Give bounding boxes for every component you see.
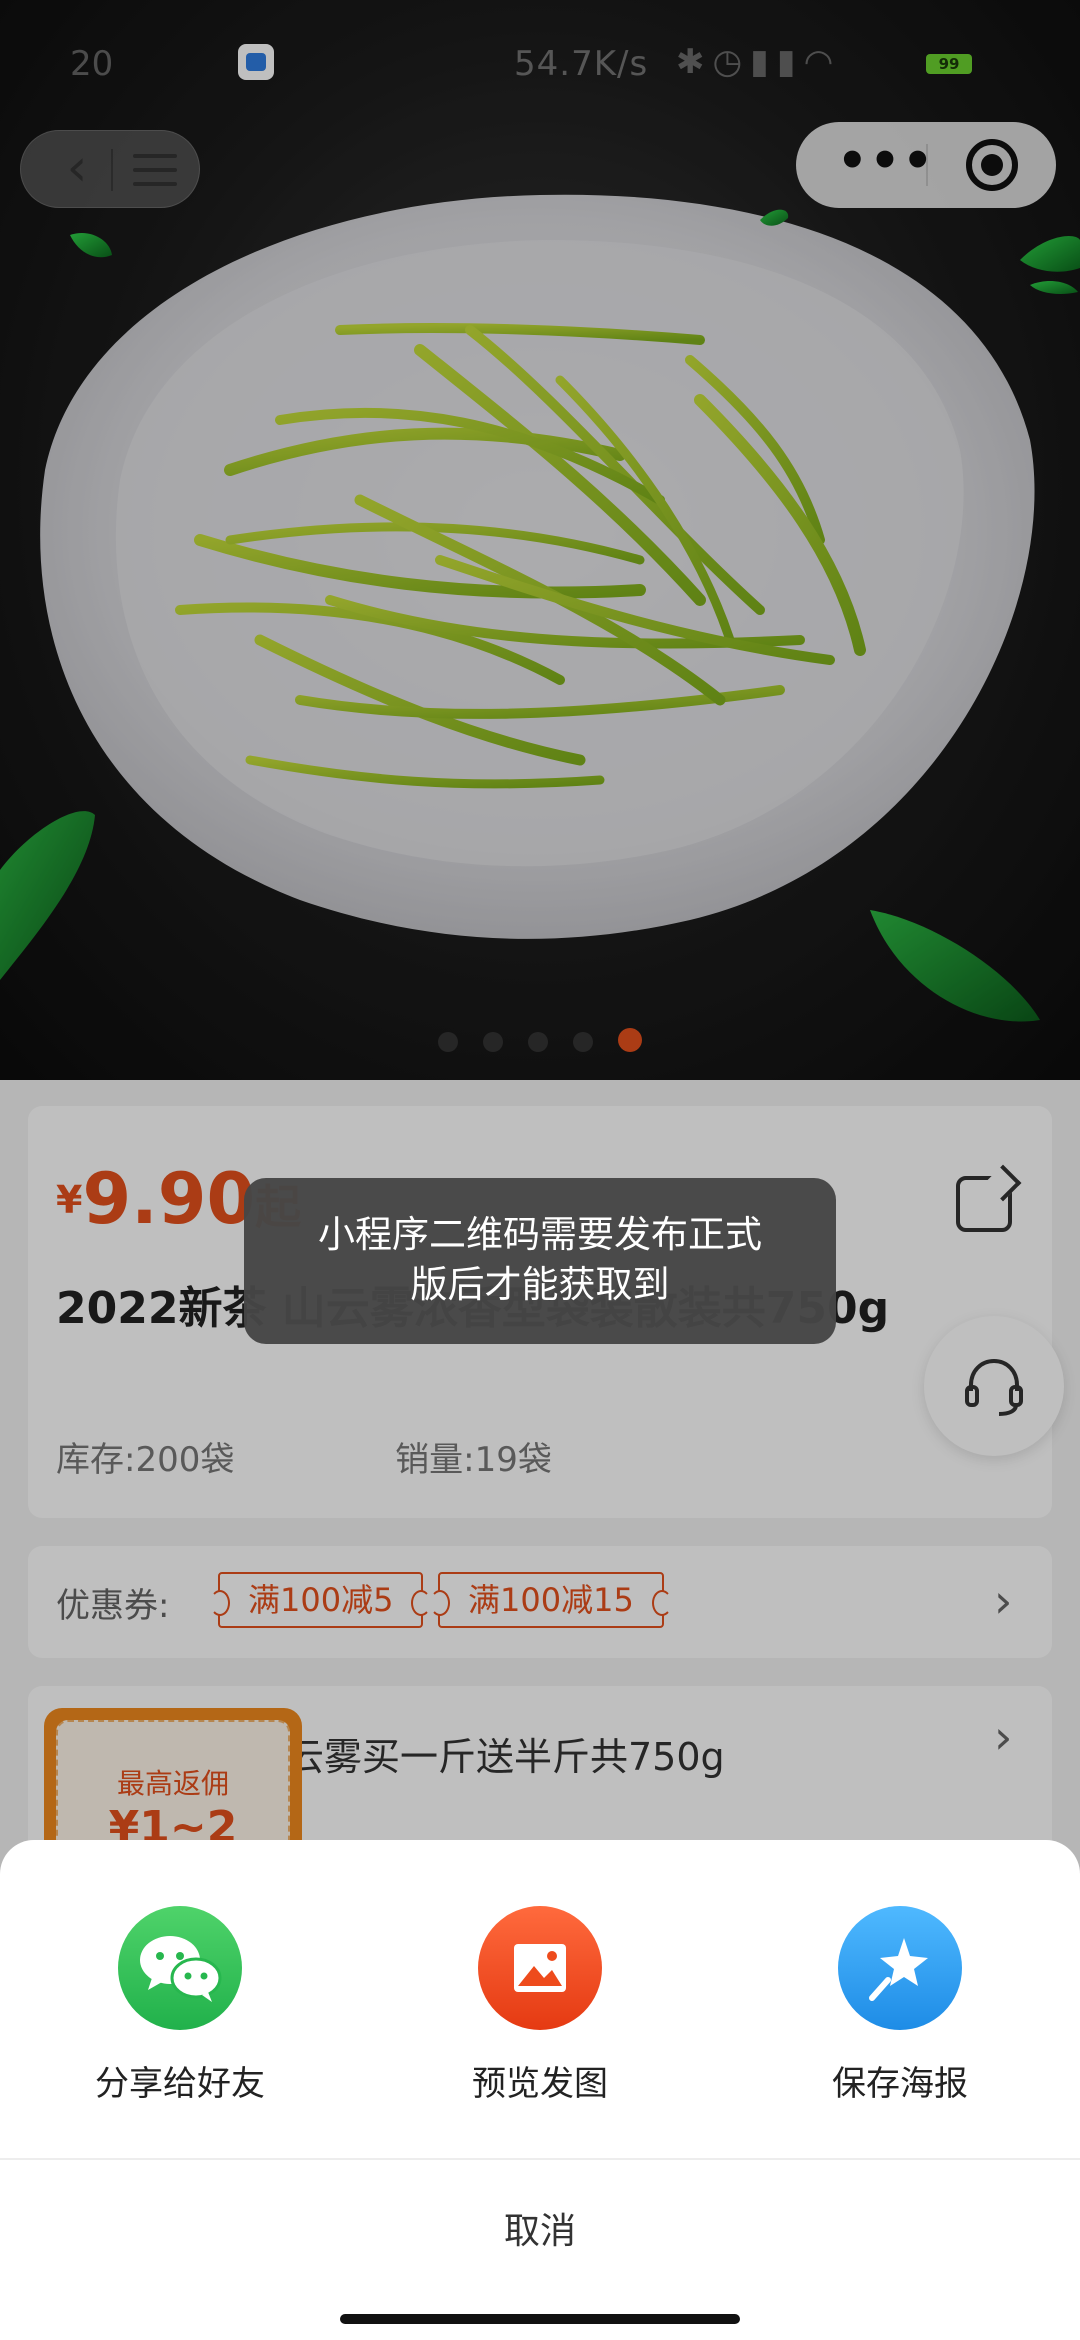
cancel-button[interactable]: 取消 <box>0 2160 1080 2300</box>
save-poster-button[interactable]: 保存海报 <box>770 1906 1030 2105</box>
toast-line: 版后才能获取到 <box>410 1263 670 1306</box>
share-item-label: 分享给好友 <box>95 2064 265 2104</box>
star-wand-icon <box>838 1906 962 2030</box>
share-item-label: 预览发图 <box>472 2064 608 2104</box>
wechat-icon <box>118 1906 242 2030</box>
share-to-friend-button[interactable]: 分享给好友 <box>50 1906 310 2105</box>
toast-line: 小程序二维码需要发布正式 <box>318 1213 762 1256</box>
home-indicator[interactable] <box>340 2314 740 2324</box>
share-action-sheet: 分享给好友 预览发图 保存海报 取消 <box>0 1840 1080 2340</box>
toast-message: 小程序二维码需要发布正式 版后才能获取到 <box>244 1178 836 1344</box>
preview-image-button[interactable]: 预览发图 <box>410 1906 670 2105</box>
share-item-label: 保存海报 <box>832 2064 968 2104</box>
image-icon <box>478 1906 602 2030</box>
